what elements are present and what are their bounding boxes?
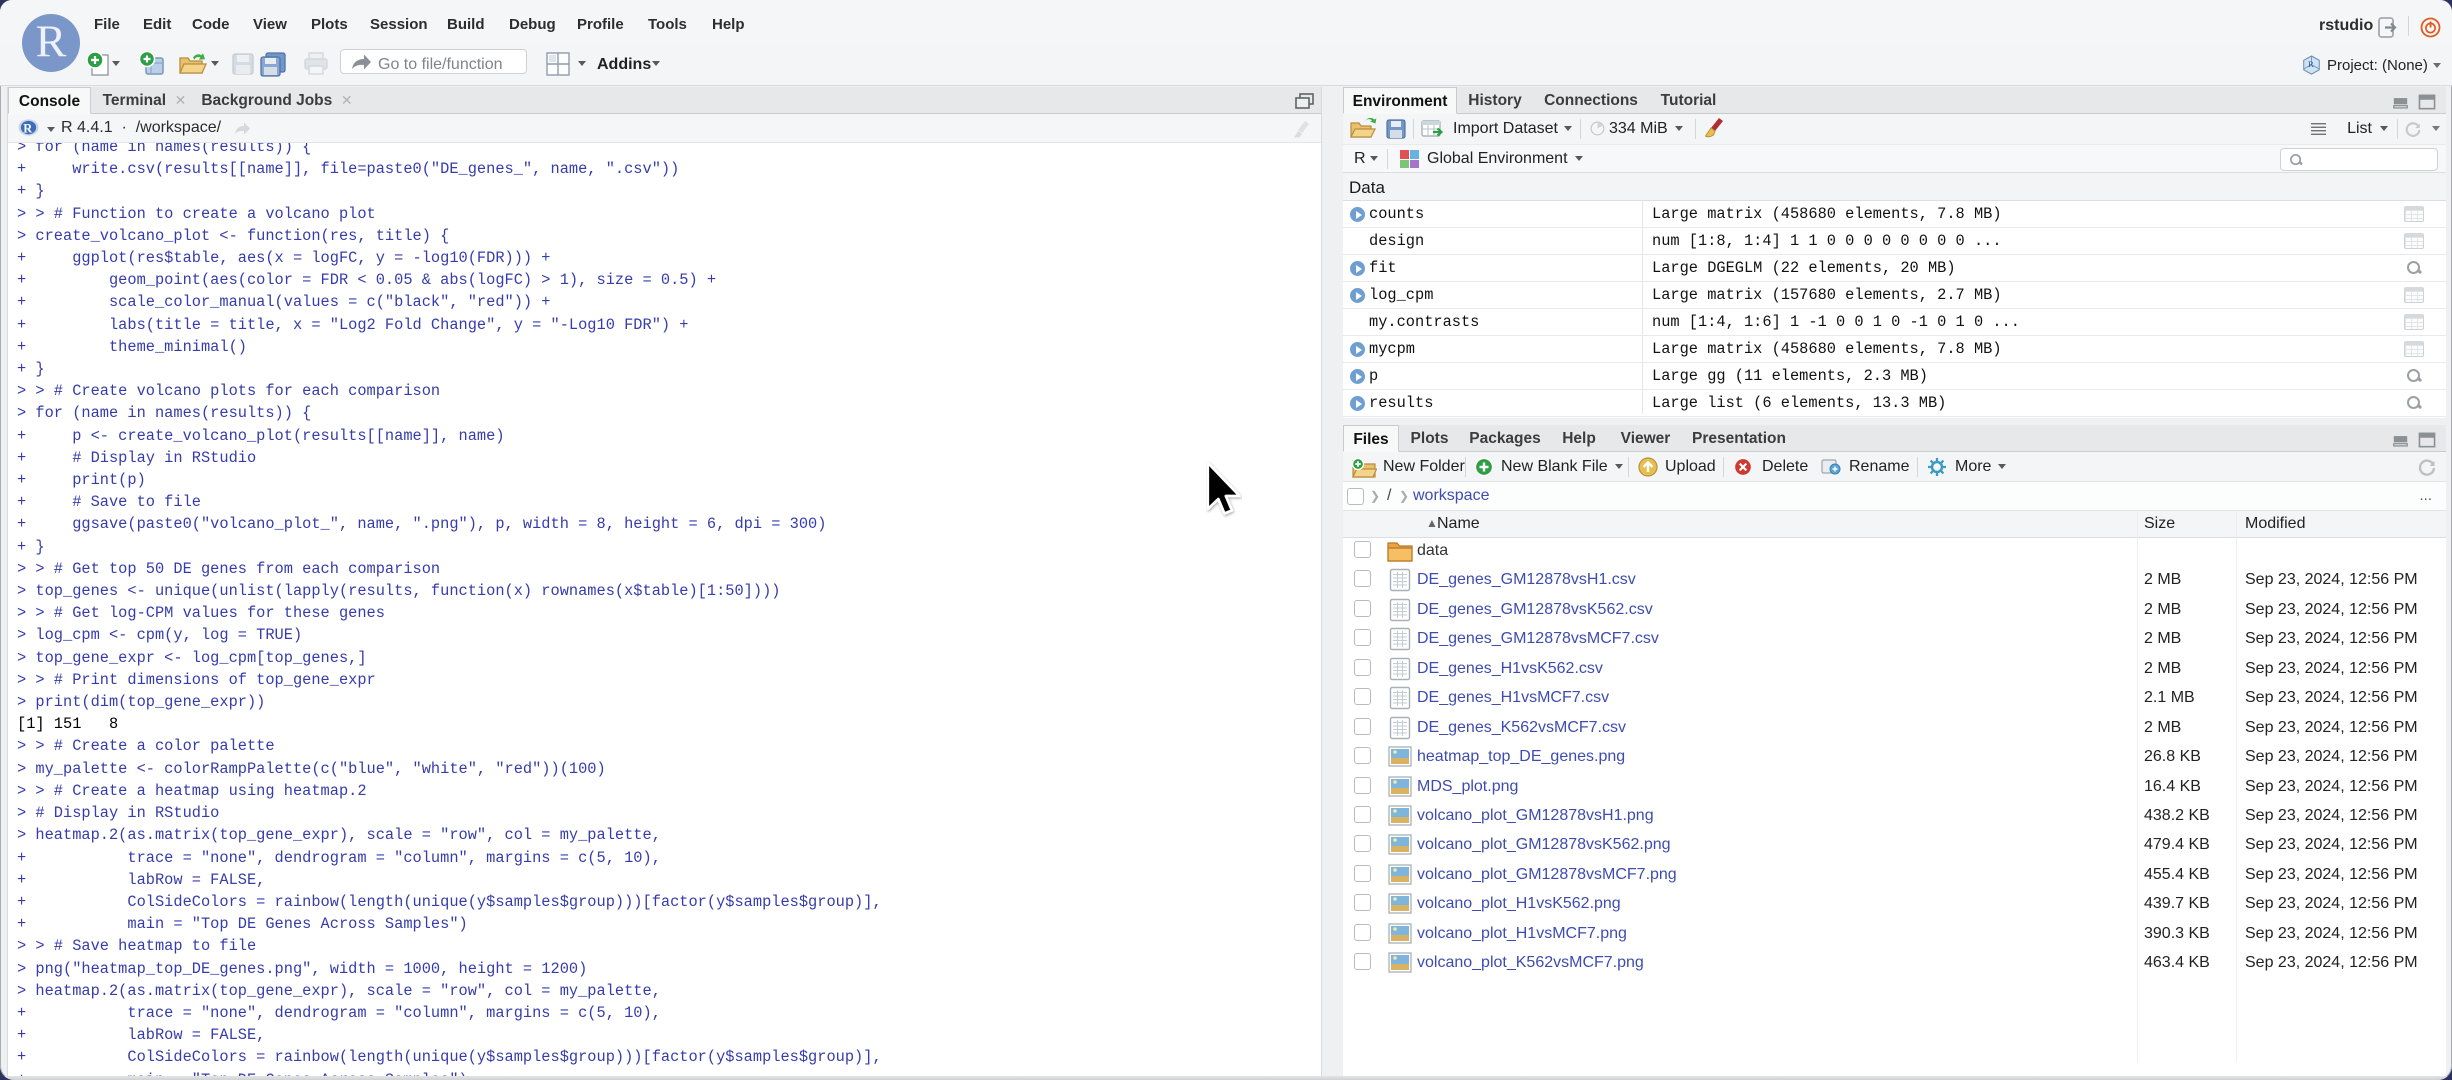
svg-text:R: R [2308, 59, 2314, 69]
svg-text:R: R [23, 121, 33, 135]
